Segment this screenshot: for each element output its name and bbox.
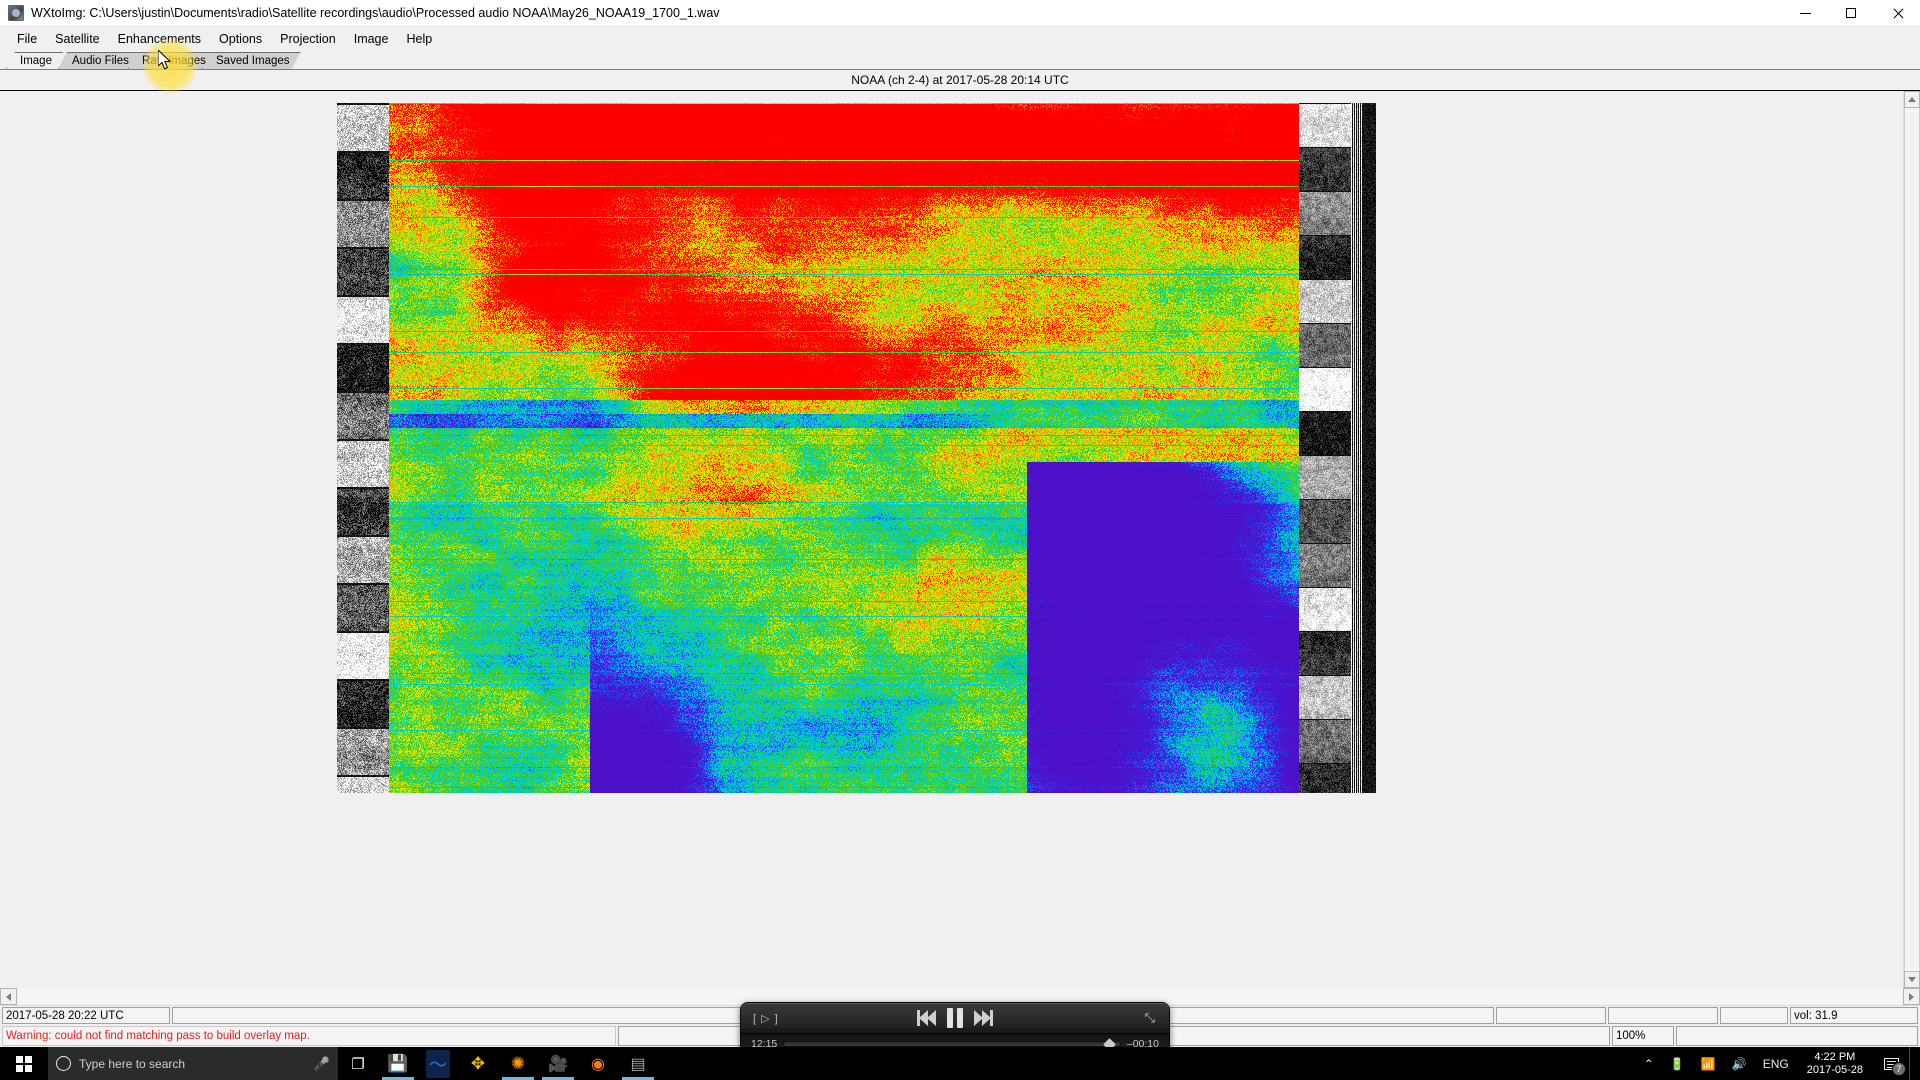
puzzle-icon[interactable]: ✥	[458, 1047, 498, 1080]
image-canvas-area[interactable]	[0, 91, 1903, 988]
battery-charging-icon[interactable]: 🔋	[1662, 1047, 1693, 1080]
search-input[interactable]: Type here to search 🎤	[48, 1047, 338, 1080]
wxtoimg-window-icon[interactable]: ▤	[618, 1047, 658, 1080]
tab-image[interactable]: Image	[6, 52, 63, 69]
wxtoimg-flame-icon[interactable]: ◉	[578, 1047, 618, 1080]
wifi-icon[interactable]: 📶	[1693, 1047, 1724, 1080]
status-field-f	[1676, 1026, 1918, 1046]
close-button[interactable]	[1874, 0, 1920, 27]
screen-recorder-icon[interactable]: 🎥	[538, 1047, 578, 1080]
show-desktop-button[interactable]	[1909, 1047, 1916, 1080]
title-bar[interactable]: WXtoImg: C:\Users\justin\Documents\radio…	[0, 0, 1920, 27]
clock-date: 2017-05-28	[1806, 1063, 1863, 1076]
scroll-down-button[interactable]	[1904, 971, 1920, 988]
clock-time: 4:22 PM	[1814, 1050, 1856, 1063]
status-warning-message: Warning: could not find matching pass to…	[2, 1026, 616, 1046]
notifications-icon[interactable]: 7	[1873, 1047, 1909, 1080]
viewport	[0, 91, 1920, 988]
menu-item-enhancements[interactable]: Enhancements	[109, 30, 210, 48]
maximize-button[interactable]	[1828, 0, 1874, 27]
menu-item-options[interactable]: Options	[210, 30, 271, 48]
media-player-transport-row: [ ▷ ] ⤡	[741, 1003, 1169, 1033]
minimize-button[interactable]	[1782, 0, 1828, 27]
rewind-icon[interactable]	[917, 1010, 936, 1027]
save-floppy-icon[interactable]: 💾	[378, 1047, 418, 1080]
menu-bar: File Satellite Enhancements Options Proj…	[0, 27, 1920, 51]
image-caption: NOAA (ch 2-4) at 2017-05-28 20:14 UTC	[851, 73, 1069, 87]
vertical-scrollbar[interactable]	[1903, 91, 1920, 988]
audacity-icon[interactable]: 〜	[418, 1047, 458, 1080]
status-volume: vol: 31.9	[1790, 1007, 1918, 1024]
satellite-image-canvas[interactable]	[337, 103, 1376, 793]
media-transport-controls	[917, 1008, 993, 1029]
tab-audio-files[interactable]: Audio Files	[58, 52, 140, 69]
window-controls	[1782, 0, 1920, 27]
vertical-scroll-track[interactable]	[1904, 108, 1920, 971]
satellite-app-icon	[8, 5, 24, 21]
application-window: WXtoImg: C:\Users\justin\Documents\radio…	[0, 0, 1920, 1047]
satellite-image[interactable]	[337, 103, 1376, 793]
status-timestamp: 2017-05-28 20:22 UTC	[2, 1007, 170, 1024]
window-title: WXtoImg: C:\Users\justin\Documents\radio…	[31, 6, 720, 20]
media-scrubber[interactable]	[783, 1037, 1121, 1051]
task-view-icon[interactable]: ❐	[338, 1047, 378, 1080]
microphone-icon[interactable]: 🎤	[314, 1056, 330, 1072]
menu-item-help[interactable]: Help	[397, 30, 441, 48]
airplay-icon[interactable]: [ ▷ ]	[753, 1012, 779, 1025]
status-field-b	[1608, 1007, 1718, 1024]
cortana-circle-icon	[56, 1056, 71, 1071]
windows-taskbar: Type here to search 🎤 ❐ 💾 〜 ✥ ✺ 🎥 ◉ ▤ ⌃ …	[0, 1047, 1920, 1080]
scroll-up-button[interactable]	[1904, 91, 1920, 108]
tab-strip: Image Audio Files Raw Images Saved Image…	[0, 51, 1920, 69]
speaker-icon[interactable]: 🔊	[1724, 1047, 1755, 1080]
menu-item-image[interactable]: Image	[345, 30, 398, 48]
scroll-left-button[interactable]	[0, 988, 17, 1005]
menu-item-file[interactable]: File	[8, 30, 46, 48]
status-field-c	[1720, 1007, 1788, 1024]
sdr-sharp-icon[interactable]: ✺	[498, 1047, 538, 1080]
collapse-icon[interactable]: ⤡	[1145, 1010, 1155, 1026]
menu-item-satellite[interactable]: Satellite	[46, 30, 108, 48]
status-field-a	[1496, 1007, 1606, 1024]
taskbar-clock[interactable]: 4:22 PM 2017-05-28	[1797, 1047, 1873, 1080]
windows-start-icon[interactable]	[0, 1047, 48, 1080]
notifications-count: 7	[1892, 1062, 1906, 1076]
language-indicator[interactable]: ENG	[1755, 1047, 1797, 1080]
fast-forward-icon[interactable]	[974, 1010, 993, 1027]
system-tray: ⌃ 🔋 📶 🔊 ENG 4:22 PM 2017-05-28 7	[1636, 1047, 1920, 1080]
menu-item-projection[interactable]: Projection	[271, 30, 345, 48]
chevron-up-icon[interactable]: ⌃	[1636, 1047, 1662, 1080]
pause-icon[interactable]	[947, 1008, 963, 1029]
status-zoom-level[interactable]: 100%	[1612, 1026, 1674, 1046]
image-caption-row: NOAA (ch 2-4) at 2017-05-28 20:14 UTC	[0, 70, 1920, 90]
tab-saved-images[interactable]: Saved Images	[202, 52, 301, 69]
search-placeholder: Type here to search	[79, 1056, 186, 1071]
scroll-right-button[interactable]	[1903, 988, 1920, 1005]
